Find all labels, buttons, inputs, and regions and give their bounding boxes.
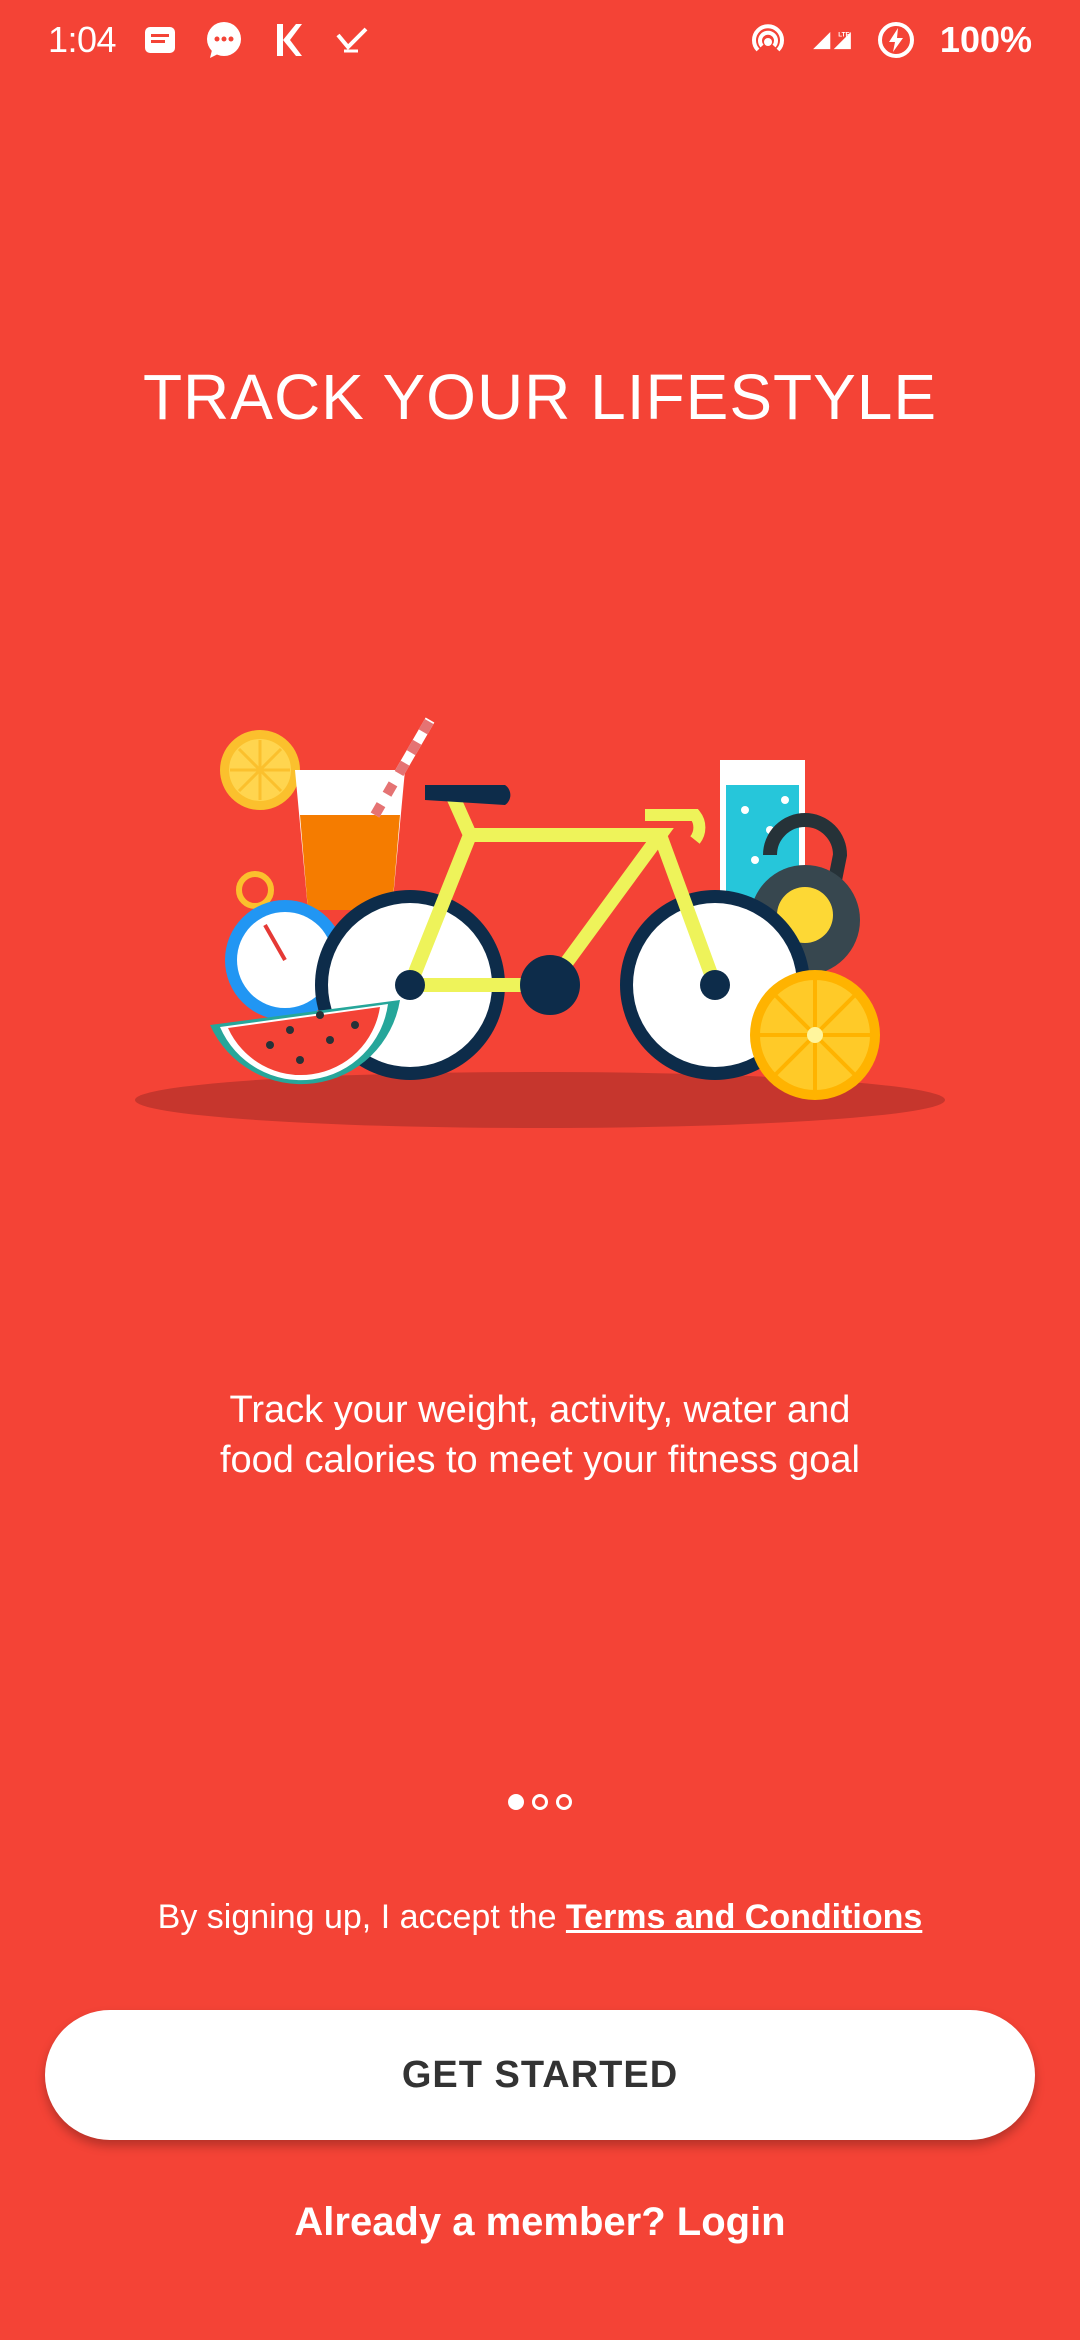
status-bar: 1:04 LTE 100% [0, 0, 1080, 80]
chat-icon [204, 20, 244, 60]
battery-level: 100% [939, 19, 1032, 60]
terms-prefix: By signing up, I accept the [157, 1898, 566, 1936]
onboarding-title: TRACK YOUR LIFESTYLE [142, 361, 938, 433]
lifestyle-illustration [135, 717, 945, 1128]
page-indicator [0, 1794, 1080, 1810]
onboarding-description: Track your weight, activity, water and f… [140, 1385, 940, 1485]
get-started-button[interactable]: GET STARTED [45, 2010, 1035, 2140]
description-line-2: food calories to meet your fitness goal [219, 1439, 860, 1481]
login-link[interactable]: Login [677, 2200, 786, 2244]
svg-text:LTE: LTE [838, 32, 849, 39]
terms-link[interactable]: Terms and Conditions [566, 1898, 922, 1936]
signal-icon: LTE [812, 20, 852, 60]
login-row: Already a member? Login [0, 2200, 1080, 2245]
orange-icon [750, 970, 880, 1100]
clock: 1:04 [48, 19, 117, 60]
page-dot-3[interactable] [556, 1794, 572, 1810]
description-line-1: Track your weight, activity, water and [229, 1389, 851, 1431]
juice-glass-icon [220, 717, 435, 910]
messages-icon [140, 20, 180, 60]
status-left: 1:04 [48, 19, 372, 61]
status-right: LTE 100% [748, 19, 1032, 61]
page-dot-1[interactable] [508, 1794, 524, 1810]
battery-saver-icon [876, 20, 916, 60]
check-icon [332, 20, 372, 60]
terms-notice: By signing up, I accept the Terms and Co… [0, 1898, 1080, 1937]
hotspot-icon [748, 20, 788, 60]
member-prompt: Already a member? [294, 2200, 677, 2244]
k-icon [268, 20, 308, 60]
page-dot-2[interactable] [532, 1794, 548, 1810]
